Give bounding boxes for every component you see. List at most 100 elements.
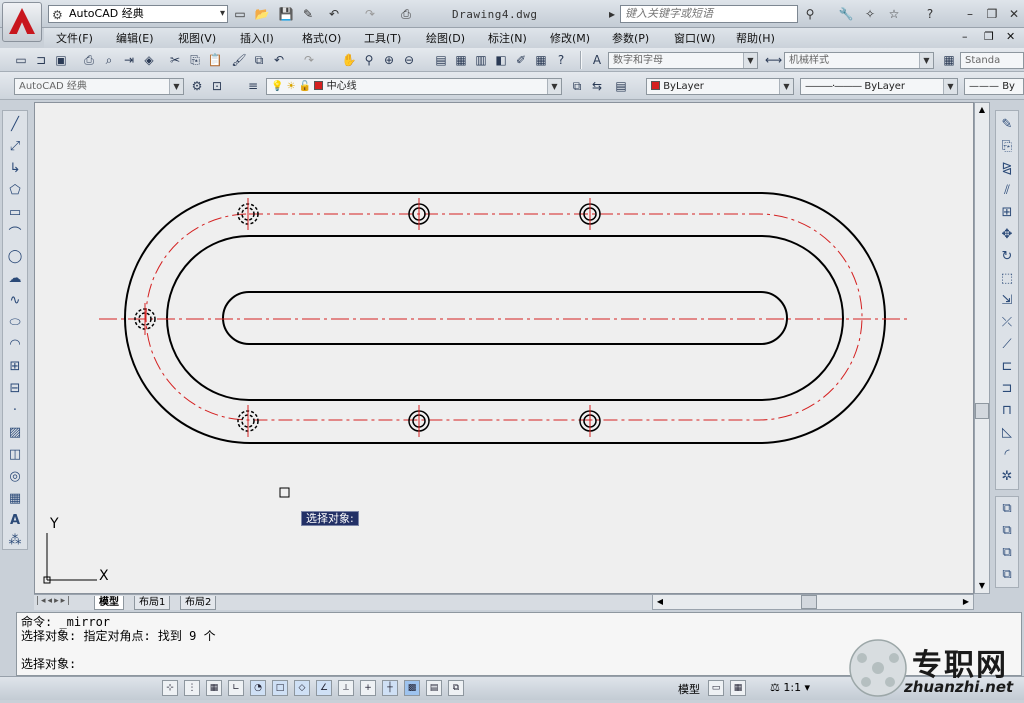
scroll-down-icon[interactable]: ▼: [976, 580, 988, 592]
table-style-icon[interactable]: ▦: [940, 51, 958, 69]
menu-file[interactable]: 文件(F): [56, 30, 93, 46]
dynamic-input-icon[interactable]: +: [360, 680, 376, 696]
qnew-icon[interactable]: ▭: [12, 51, 30, 69]
preview-icon[interactable]: ⌕: [100, 51, 118, 69]
ellipse-icon[interactable]: ⬭: [4, 313, 26, 333]
revcloud-icon[interactable]: ☁: [4, 269, 26, 289]
object-snap-icon[interactable]: □: [272, 680, 288, 696]
offset-icon[interactable]: ⫽: [996, 181, 1018, 201]
3d-osnap-icon[interactable]: ◇: [294, 680, 310, 696]
fillet-icon[interactable]: ◜: [996, 445, 1018, 465]
tab-layout2[interactable]: 布局2: [180, 596, 217, 610]
move-icon[interactable]: ✥: [996, 225, 1018, 245]
quick-view-drawings-icon[interactable]: ▦: [730, 680, 746, 696]
clean-screen-icon[interactable]: ⊡: [208, 77, 226, 95]
mirror-icon[interactable]: ⧎: [996, 159, 1018, 179]
open-icon[interactable]: 📂: [254, 6, 270, 22]
help-tb-icon[interactable]: ?: [552, 51, 570, 69]
table-icon[interactable]: ▦: [4, 489, 26, 509]
menu-draw[interactable]: 绘图(D): [426, 30, 465, 46]
sheetset-icon[interactable]: ◧: [492, 51, 510, 69]
workspace-select[interactable]: AutoCAD 经典 ▼: [14, 78, 184, 95]
chevron-right-icon[interactable]: ▸: [604, 6, 620, 22]
menu-parameters[interactable]: 参数(P): [612, 30, 649, 46]
scale-icon[interactable]: ⬚: [996, 269, 1018, 289]
drawing-canvas[interactable]: Y X 选择对象:: [34, 102, 974, 594]
vertical-scrollbar[interactable]: ▲ ▼: [974, 102, 990, 594]
search-input[interactable]: 键入关键字或短语: [620, 5, 798, 23]
menu-insert[interactable]: 插入(I): [240, 30, 274, 46]
star-icon[interactable]: ☆: [886, 6, 902, 22]
tab-layout1[interactable]: 布局1: [134, 596, 171, 610]
quick-view-layouts-icon[interactable]: ▭: [708, 680, 724, 696]
horizontal-scrollbar[interactable]: ◀ ▶: [652, 594, 974, 610]
bring-front-icon[interactable]: ⧉: [996, 499, 1018, 519]
snap-mode-icon[interactable]: ⋮: [184, 680, 200, 696]
explode-icon[interactable]: ✲: [996, 467, 1018, 487]
scroll-left-icon[interactable]: ◀: [654, 596, 666, 608]
linetype-select[interactable]: ———·——— ByLayer ▼: [800, 78, 958, 95]
publish-icon[interactable]: ⇥: [120, 51, 138, 69]
tool-palettes-icon[interactable]: ▥: [472, 51, 490, 69]
workspace-switcher[interactable]: ⚙ AutoCAD 经典 ▾: [48, 5, 228, 23]
extend-icon[interactable]: ⟋: [996, 335, 1018, 355]
paste-icon[interactable]: 📋: [206, 51, 224, 69]
text-style-icon[interactable]: A: [588, 51, 606, 69]
zoom-realtime-icon[interactable]: ⚲: [360, 51, 378, 69]
stretch-icon[interactable]: ⇲: [996, 291, 1018, 311]
ortho-mode-icon[interactable]: ∟: [228, 680, 244, 696]
application-menu-button[interactable]: [2, 2, 42, 42]
exchange-icon[interactable]: ✧: [862, 6, 878, 22]
point-icon[interactable]: ·: [4, 401, 26, 421]
pan-icon[interactable]: ✋: [340, 51, 358, 69]
arc-icon[interactable]: ⌒: [4, 225, 26, 245]
infer-constraints-icon[interactable]: ⊹: [162, 680, 178, 696]
cut-icon[interactable]: ✂: [166, 51, 184, 69]
ducs-icon[interactable]: ⟂: [338, 680, 354, 696]
layer-select[interactable]: 💡 ☀ 🔓 中心线 ▼: [266, 78, 562, 95]
bring-above-icon[interactable]: ⧉: [996, 543, 1018, 563]
menu-dimension[interactable]: 标注(N): [488, 30, 527, 46]
menu-help[interactable]: 帮助(H): [736, 30, 775, 46]
model-space-label[interactable]: 模型: [678, 681, 700, 697]
tab-model[interactable]: 模型: [94, 596, 124, 610]
doc-minimize-icon[interactable]: –: [962, 30, 968, 43]
layer-previous-icon[interactable]: ⇆: [588, 77, 606, 95]
scroll-up-icon[interactable]: ▲: [976, 104, 988, 116]
rectangle-icon[interactable]: ▭: [4, 203, 26, 223]
otrack-icon[interactable]: ∠: [316, 680, 332, 696]
design-center-icon[interactable]: ▦: [452, 51, 470, 69]
matchprop-icon[interactable]: 🖌: [230, 51, 248, 69]
lineweight-toggle-icon[interactable]: ┼: [382, 680, 398, 696]
menu-view[interactable]: 视图(V): [178, 30, 216, 46]
block-editor-icon[interactable]: ⧉: [250, 51, 268, 69]
add-selected-icon[interactable]: ⁂: [4, 531, 26, 551]
spline-icon[interactable]: ∿: [4, 291, 26, 311]
menu-edit[interactable]: 编辑(E): [116, 30, 154, 46]
workspace-settings-icon[interactable]: ⚙: [188, 77, 206, 95]
horizontal-scroll-thumb[interactable]: [801, 595, 817, 609]
quickcalc-icon[interactable]: ▦: [532, 51, 550, 69]
zoom-previous-icon[interactable]: ⊖: [400, 51, 418, 69]
send-under-icon[interactable]: ⧉: [996, 565, 1018, 585]
restore-icon[interactable]: ❐: [984, 6, 1000, 22]
transparency-icon[interactable]: ▩: [404, 680, 420, 696]
grid-display-icon[interactable]: ▦: [206, 680, 222, 696]
binoculars-icon[interactable]: ⚲: [802, 6, 818, 22]
insert-block-icon[interactable]: ⊞: [4, 357, 26, 377]
break-icon[interactable]: ⊐: [996, 379, 1018, 399]
polygon-icon[interactable]: ⬠: [4, 181, 26, 201]
new-icon[interactable]: ▭: [232, 6, 248, 22]
chamfer-icon[interactable]: ◺: [996, 423, 1018, 443]
menu-format[interactable]: 格式(O): [302, 30, 341, 46]
scroll-right-icon[interactable]: ▶: [960, 596, 972, 608]
polar-tracking-icon[interactable]: ◔: [250, 680, 266, 696]
line-tool-icon[interactable]: ╱: [4, 115, 26, 135]
make-block-icon[interactable]: ⊟: [4, 379, 26, 399]
table-style-select[interactable]: Standa: [960, 52, 1024, 69]
ellipse-arc-icon[interactable]: ◠: [4, 335, 26, 355]
close-icon[interactable]: ✕: [1006, 6, 1022, 22]
polyline-icon[interactable]: ↳: [4, 159, 26, 179]
save-icon[interactable]: 💾: [278, 6, 294, 22]
doc-close-icon[interactable]: ✕: [1006, 30, 1015, 43]
